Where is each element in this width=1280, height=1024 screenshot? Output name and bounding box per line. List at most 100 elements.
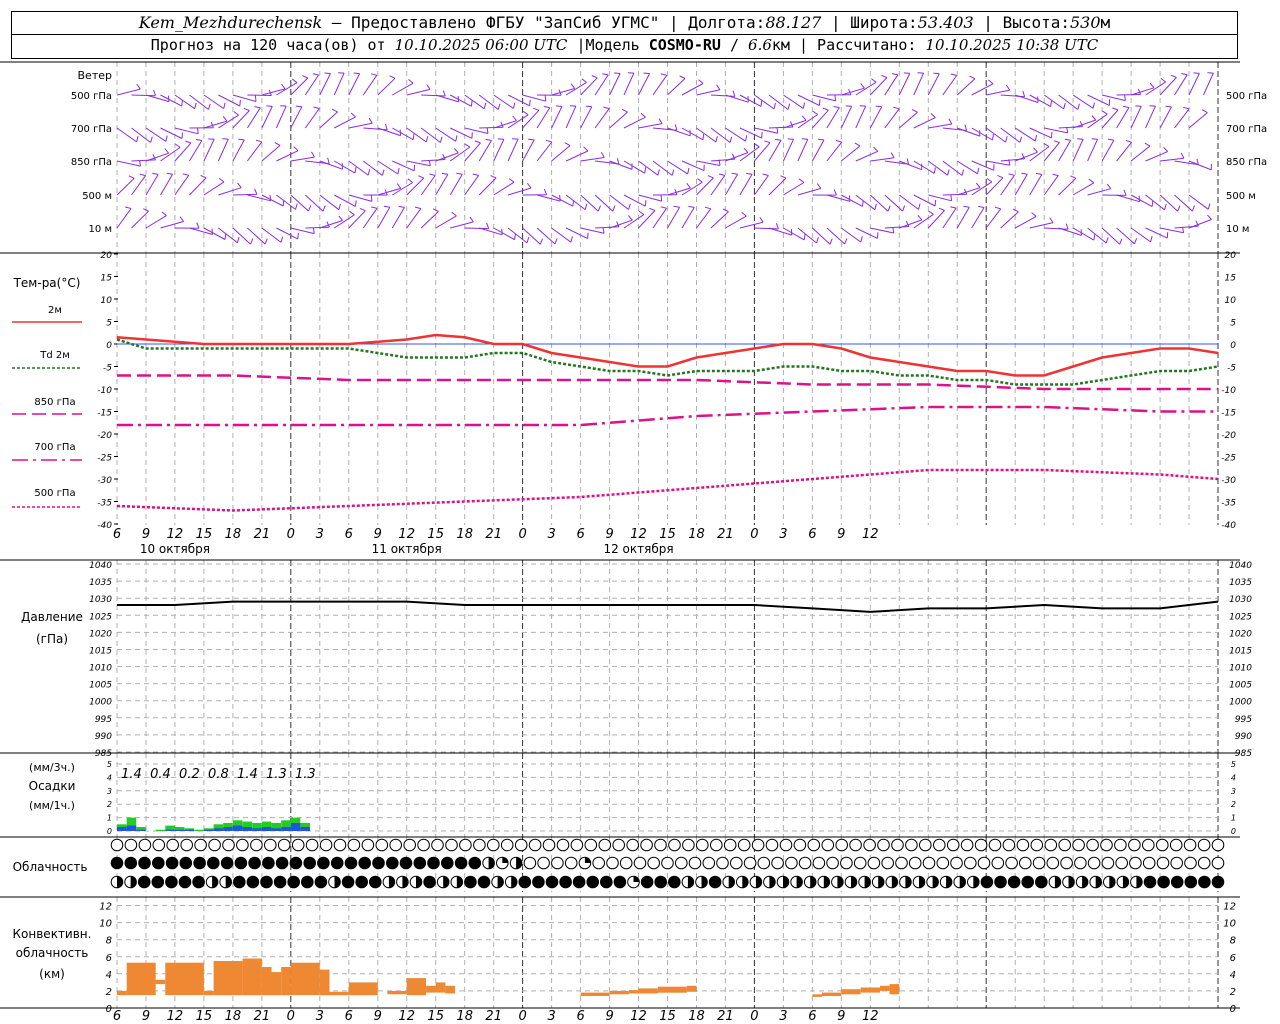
wind-barb-flag: [1125, 140, 1132, 143]
wind-barb: [160, 174, 174, 196]
wind-barb-flag: [1064, 138, 1071, 141]
wind-barb: [841, 194, 863, 207]
cloud-symbol: [1184, 875, 1198, 889]
cloud-symbol-fill: [516, 857, 522, 869]
temp-tick-label: 5: [106, 319, 112, 329]
cloud-symbol: [1211, 838, 1225, 852]
wind-barb-flag: [950, 194, 953, 201]
wind-barb-flag: [239, 99, 241, 107]
wind-barb-flag: [671, 169, 675, 176]
wind-barb: [667, 78, 686, 96]
wind-barb: [812, 94, 836, 102]
wind-barb-flag: [454, 148, 459, 154]
wind-barb: [913, 194, 936, 207]
wind-barb-flag: [674, 124, 678, 131]
hour-tick-label: 21: [254, 1009, 271, 1024]
wind-barb: [333, 72, 345, 96]
precip-tick-label: 4: [107, 773, 112, 782]
cloud-symbol: [980, 875, 994, 889]
cloud-symbol: [250, 838, 263, 852]
cloud-symbol: [1021, 875, 1034, 889]
hour-tick-label: 12: [167, 1009, 184, 1024]
wind-barb: [565, 105, 577, 129]
wind-barb: [276, 227, 299, 240]
wind-barb-flag: [1160, 77, 1166, 83]
cloud-symbol: [1170, 875, 1184, 889]
cloud-symbol-fill: [1122, 876, 1129, 888]
convective-bar: [261, 967, 272, 996]
wind-barb: [753, 175, 769, 196]
hour-tick-label: 3: [316, 527, 324, 542]
wind-barb: [609, 219, 633, 229]
wind-barb: [725, 215, 747, 229]
cloud-symbol: [273, 875, 287, 889]
wind-barb: [1160, 157, 1184, 162]
wind-barb: [116, 88, 141, 96]
wind-barb-flag: [398, 205, 405, 208]
hour-tick-label: 18: [688, 527, 705, 542]
wind-barb: [1072, 94, 1094, 109]
hour-tick-label: 9: [374, 1009, 382, 1024]
wind-barb: [348, 122, 373, 129]
wind-barb: [927, 210, 945, 229]
temp-tick-label: 0: [106, 341, 112, 351]
wind-barb: [956, 206, 970, 229]
cloud-symbol-fill: [742, 876, 749, 888]
cloud-symbol: [826, 856, 839, 870]
wind-barb-flag: [441, 172, 448, 175]
cloud-symbol: [1128, 838, 1141, 852]
hour-tick-label: 9: [142, 1009, 150, 1024]
temp-tick-label: 10: [101, 296, 113, 306]
cloud-symbol: [1170, 856, 1183, 870]
wind-barb: [188, 140, 203, 162]
wind-barb-flag: [308, 205, 312, 212]
wind-barb-flag: [1207, 214, 1212, 220]
wind-barb-flag: [250, 238, 254, 245]
pressure-tick-label-right: 1040: [1229, 561, 1252, 571]
cloud-symbol: [640, 838, 653, 852]
wind-barb: [840, 106, 853, 129]
cloud-symbol: [1197, 838, 1211, 852]
wind-barb-flag: [1138, 195, 1141, 202]
cloud-symbol: [1184, 856, 1197, 870]
precip-tick-label: 1: [107, 814, 112, 823]
cloud-symbol: [1156, 838, 1169, 852]
wind-barb: [246, 141, 263, 162]
wind-barb: [638, 123, 663, 129]
cloud-symbol: [647, 856, 661, 870]
convective-tick-label-right: 12: [1223, 902, 1236, 913]
wind-barb: [623, 194, 646, 207]
wind-barb-flag: [295, 203, 298, 210]
wind-barb: [870, 227, 894, 234]
wind-barb-flag: [470, 100, 473, 107]
cloud-symbol: [445, 838, 458, 852]
wind-barb-flag: [816, 183, 822, 189]
temp-tick-label: -35: [97, 499, 112, 509]
pressure-tick-label-right: 1025: [1229, 612, 1252, 622]
cloud-symbol-fill: [864, 876, 871, 888]
wind-barb-flag: [1180, 152, 1185, 159]
wind-barb: [667, 127, 691, 137]
wind-level-label-right: 850 гПа: [1226, 157, 1267, 168]
convective-tick-label-right: 0: [1230, 1004, 1236, 1015]
convective-bar: [290, 962, 320, 996]
hour-tick-label: 15: [427, 527, 444, 542]
wind-barb-flag: [1183, 106, 1190, 110]
cloud-symbol: [454, 856, 468, 870]
wind-barb: [334, 116, 356, 129]
wind-barb-flag: [274, 142, 281, 146]
pressure-panel: Давление (гПа) 1040 1040 1035 1035 1030 1030 102…: [21, 561, 1252, 759]
wind-barb-flag: [367, 169, 371, 176]
cloud-symbol: [835, 838, 849, 852]
hour-tick-label: 3: [547, 1009, 555, 1024]
wind-barb: [203, 227, 226, 240]
temperature-panel: Тем-ра(°С)20 2015 1510 105 50 0-5 -5-10 -10-15-…: [12, 251, 1236, 531]
wind-barb: [1174, 194, 1193, 212]
wind-barb-flag: [125, 206, 132, 209]
wind-barb: [131, 159, 156, 162]
cloud-symbol: [977, 856, 991, 870]
wind-barb-flag: [702, 133, 705, 140]
wind-barb-flag: [822, 107, 829, 111]
wind-barb-flag: [1124, 94, 1126, 101]
wind-barb-flag: [486, 222, 490, 229]
